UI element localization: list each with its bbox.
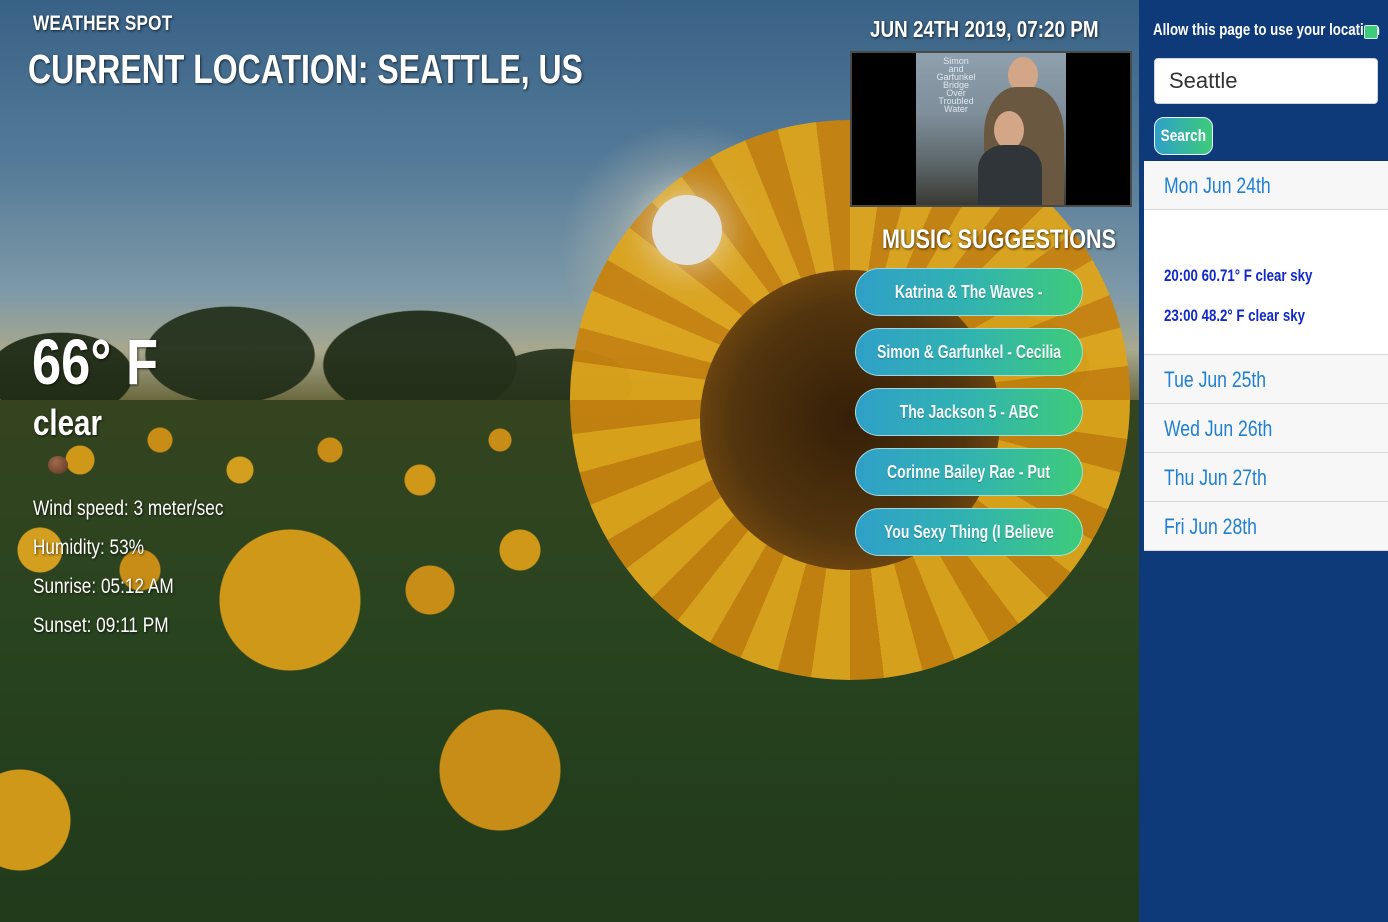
album-person-body [978,145,1042,205]
search-button[interactable]: Search [1154,117,1213,155]
album-player[interactable]: Simon and Garfunkel Bridge Over Troubled… [850,51,1132,207]
hourly-forecast-item: 23:00 48.2° F clear sky [1164,306,1305,325]
location-permission-label: Allow this page to use your location [1153,20,1380,39]
current-datetime: JUN 24TH 2019, 07:20 PM [870,16,1099,42]
forecast-sidebar: Allow this page to use your location Sea… [1139,0,1388,922]
current-temperature: 66° F [32,326,158,398]
weather-description: clear [33,402,102,443]
current-location: CURRENT LOCATION: SEATTLE, US [28,46,583,92]
forecast-day-list: Mon Jun 24th 20:00 60.71° F clear sky 23… [1144,161,1388,551]
music-suggestion-button[interactable]: The Jackson 5 - ABC [855,388,1083,436]
music-suggestion-button[interactable]: You Sexy Thing (I Believe [855,508,1083,556]
city-search-input[interactable] [1154,58,1378,104]
album-person-head [994,111,1024,149]
music-suggestion-button[interactable]: Corinne Bailey Rae - Put [855,448,1083,496]
forecast-day-thu[interactable]: Thu Jun 27th [1144,453,1388,502]
sunrise: Sunrise: 05:12 AM [33,575,174,598]
forecast-day-fri[interactable]: Fri Jun 28th [1144,502,1388,551]
forecast-day-detail: 20:00 60.71° F clear sky 23:00 48.2° F c… [1144,210,1388,355]
music-suggestion-button[interactable]: Simon & Garfunkel - Cecilia [855,328,1083,376]
location-permission-checkbox[interactable] [1364,25,1378,39]
humidity: Humidity: 53% [33,536,145,559]
sunset: Sunset: 09:11 PM [33,614,169,637]
weather-cloud-icon [48,456,68,474]
forecast-day-mon[interactable]: Mon Jun 24th [1144,161,1388,210]
wind-speed: Wind speed: 3 meter/sec [33,497,224,520]
brand-title: WEATHER SPOT [33,12,173,35]
hourly-forecast-item: 20:00 60.71° F clear sky [1164,266,1313,285]
forecast-day-wed[interactable]: Wed Jun 26th [1144,404,1388,453]
music-suggestions-title: MUSIC SUGGESTIONS [882,224,1117,254]
forecast-day-tue[interactable]: Tue Jun 25th [1144,355,1388,404]
music-suggestion-button[interactable]: Katrina & The Waves - [855,268,1083,316]
album-cover: Simon and Garfunkel Bridge Over Troubled… [916,53,1066,205]
album-cover-text: Simon and Garfunkel Bridge Over Troubled… [936,56,976,114]
